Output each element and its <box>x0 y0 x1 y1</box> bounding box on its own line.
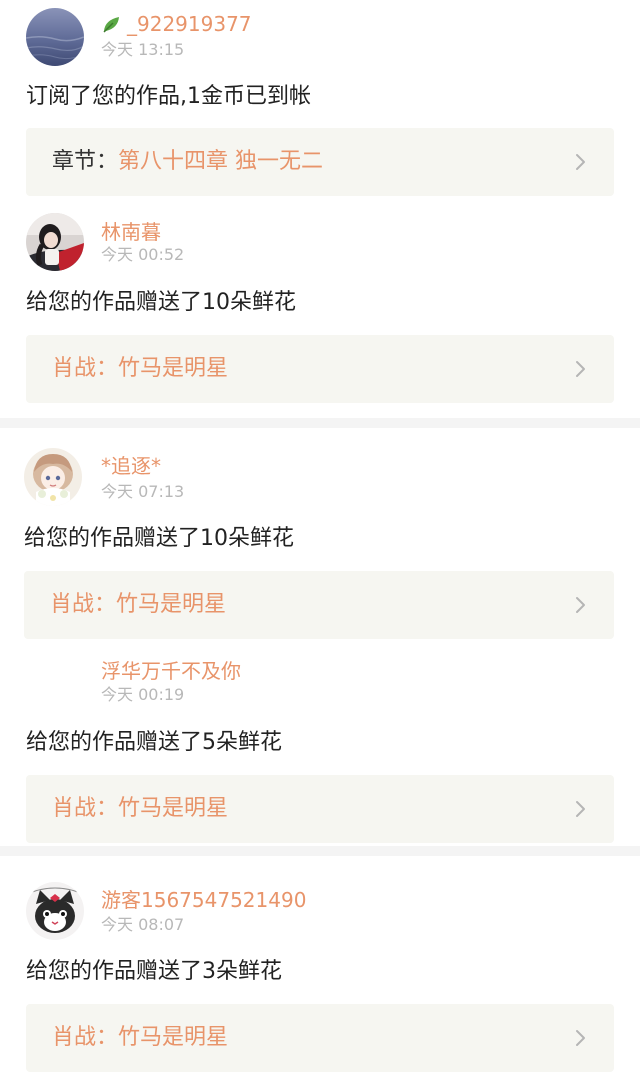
username[interactable]: 林南暮 <box>101 220 161 244</box>
notification-message: 给您的作品赠送了10朵鲜花 <box>24 526 294 551</box>
chevron-right-icon <box>576 597 585 613</box>
timestamp: 今天 00:52 <box>101 245 185 264</box>
chapter-prefix: 章节： <box>52 149 119 174</box>
username[interactable]: 浮华万千不及你 <box>101 659 241 683</box>
username-text: _922919377 <box>127 12 252 36</box>
avatar-anime-girl <box>24 448 82 506</box>
chevron-right-icon <box>576 801 585 817</box>
avatar[interactable] <box>26 8 84 66</box>
leaf-icon <box>103 17 119 33</box>
username[interactable]: _922919377 <box>101 12 252 36</box>
notification-message: 给您的作品赠送了5朵鲜花 <box>26 730 282 755</box>
section-divider <box>0 846 640 856</box>
chevron-right-icon <box>576 361 585 377</box>
card-title: 肖战：竹马是明星 <box>52 1025 229 1050</box>
section-divider <box>0 418 640 428</box>
notification-feed: _922919377 今天 13:15 订阅了您的作品,1金币已到帐 章节：第八… <box>0 0 640 1072</box>
avatar[interactable] <box>26 882 84 940</box>
work-link-card[interactable]: 肖战：竹马是明星 <box>26 335 614 403</box>
notification-message: 订阅了您的作品,1金币已到帐 <box>26 84 311 109</box>
work-link-card[interactable]: 肖战：竹马是明星 <box>26 1004 614 1072</box>
work-link-card[interactable]: 章节：第八十四章 独一无二 <box>26 128 614 196</box>
notification-message: 给您的作品赠送了10朵鲜花 <box>26 290 296 315</box>
timestamp: 今天 13:15 <box>101 40 185 59</box>
avatar-ocean-image <box>26 8 84 66</box>
username[interactable]: *追逐* <box>101 454 161 478</box>
avatar-cartoon-cat <box>26 882 84 940</box>
card-title: 肖战：竹马是明星 <box>52 796 229 821</box>
chevron-right-icon <box>576 154 585 170</box>
username[interactable]: 游客1567547521490 <box>101 888 306 912</box>
avatar[interactable] <box>24 448 82 506</box>
timestamp: 今天 00:19 <box>101 685 185 704</box>
work-link-card[interactable]: 肖战：竹马是明星 <box>24 571 614 639</box>
chapter-title: 第八十四章 独一无二 <box>118 149 324 174</box>
chevron-right-icon <box>576 1030 585 1046</box>
work-link-card[interactable]: 肖战：竹马是明星 <box>26 775 614 843</box>
avatar[interactable] <box>26 213 84 271</box>
card-label: 章节：第八十四章 独一无二 <box>52 147 323 177</box>
avatar-girl-photo <box>26 213 84 271</box>
card-title: 肖战：竹马是明星 <box>52 356 229 381</box>
timestamp: 今天 08:07 <box>101 915 185 934</box>
notification-message: 给您的作品赠送了3朵鲜花 <box>26 959 282 984</box>
card-title: 肖战：竹马是明星 <box>50 592 227 617</box>
timestamp: 今天 07:13 <box>101 482 185 501</box>
